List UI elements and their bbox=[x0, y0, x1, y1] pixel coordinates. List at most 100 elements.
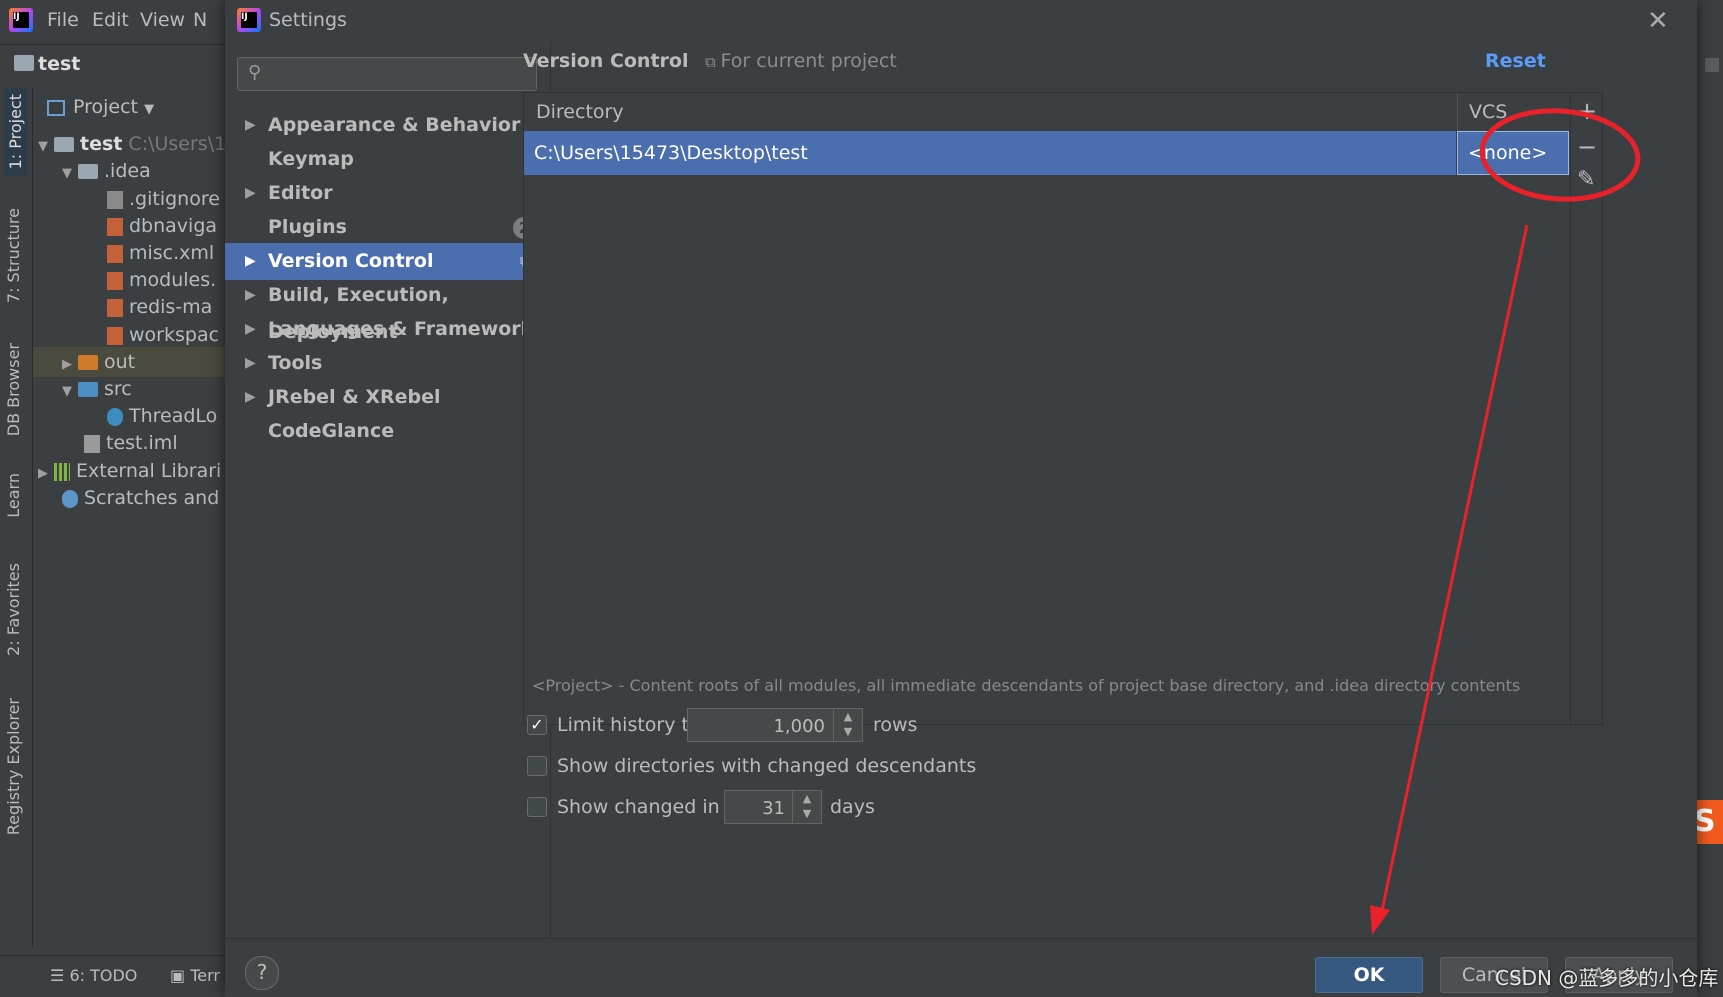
reset-link[interactable]: Reset bbox=[1485, 50, 1546, 72]
terminal-icon: ▣ bbox=[170, 966, 191, 985]
table-row[interactable]: C:\Users\15473\Desktop\test bbox=[524, 131, 1456, 175]
tree-row[interactable]: test.iml bbox=[84, 428, 178, 458]
tree-row[interactable]: ▶ out bbox=[33, 347, 243, 377]
spinner-arrows-icon[interactable]: ▲ ▼ bbox=[792, 791, 821, 823]
tab-db-browser[interactable]: DB Browser bbox=[4, 343, 23, 436]
terminal-tab[interactable]: ▣ Terr bbox=[170, 966, 220, 985]
iml-file-icon bbox=[84, 434, 100, 453]
expanded-arrow-icon: ▼ bbox=[62, 166, 72, 181]
nav-jrebel-xrebel[interactable]: ▶ JRebel & XRebel bbox=[225, 379, 550, 416]
nav-plugins[interactable]: Plugins2 bbox=[225, 209, 550, 246]
tab-structure[interactable]: 7: Structure bbox=[4, 208, 23, 303]
show-changed-checkbox[interactable] bbox=[527, 797, 547, 817]
show-dirs-label: Show directories with changed descendant… bbox=[557, 755, 977, 777]
xml-file-icon bbox=[107, 326, 123, 345]
spinner-arrows-icon[interactable]: ▲ ▼ bbox=[833, 709, 862, 741]
class-icon bbox=[107, 407, 123, 426]
nav-languages-frameworks[interactable]: ▶ Languages & Frameworks bbox=[225, 311, 550, 348]
tree-row[interactable]: misc.xml bbox=[107, 238, 214, 268]
tab-registry-explorer[interactable]: Registry Explorer bbox=[4, 698, 23, 835]
tab-project[interactable]: 1: Project bbox=[4, 88, 27, 176]
dialog-title: Settings bbox=[269, 9, 347, 31]
breadcrumb: test bbox=[0, 44, 240, 85]
tree-row[interactable]: modules. bbox=[107, 265, 216, 295]
gitignore-file-icon bbox=[107, 190, 123, 209]
project-view-selector[interactable]: Project ▼ bbox=[47, 96, 154, 118]
nav-codeglance[interactable]: CodeGlance bbox=[225, 413, 550, 450]
remove-icon[interactable]: − bbox=[1577, 133, 1597, 161]
nav-keymap[interactable]: Keymap bbox=[225, 141, 550, 178]
limit-history-input[interactable] bbox=[688, 709, 827, 744]
project-folder-icon bbox=[14, 55, 34, 71]
close-icon[interactable]: ✕ bbox=[1647, 6, 1669, 36]
nav-editor[interactable]: ▶ Editor bbox=[225, 175, 550, 212]
collapsed-arrow-icon: ▶ bbox=[245, 287, 256, 303]
nav-build-execution-deployment[interactable]: ▶ Build, Execution, Deployment bbox=[225, 277, 550, 343]
menu-edit[interactable]: Edit bbox=[92, 9, 129, 31]
library-icon bbox=[54, 462, 70, 481]
edit-pencil-icon[interactable]: ✎ bbox=[1577, 167, 1595, 192]
column-divider bbox=[1457, 93, 1458, 131]
intellij-logo-icon: IJ bbox=[237, 8, 261, 32]
show-changed-input[interactable] bbox=[725, 791, 787, 826]
project-view-label: Project bbox=[73, 96, 139, 118]
limit-history-checkbox[interactable]: ✓ bbox=[527, 715, 547, 735]
intellij-logo-icon: IJ bbox=[9, 8, 33, 32]
table-header: Directory VCS bbox=[524, 93, 1570, 132]
column-header-vcs[interactable]: VCS bbox=[1469, 101, 1507, 123]
tree-row[interactable]: redis-ma bbox=[107, 292, 212, 322]
search-field[interactable]: ⚲ bbox=[237, 57, 537, 91]
bottom-tool-bar: ☰ 6: TODO ▣ Terr bbox=[0, 955, 240, 997]
xml-file-icon bbox=[107, 298, 123, 317]
help-button[interactable]: ? bbox=[245, 956, 279, 990]
show-changed-spinner[interactable]: ▲▼ bbox=[724, 790, 822, 826]
xml-file-icon bbox=[107, 271, 123, 290]
breadcrumb-project[interactable]: test bbox=[38, 53, 80, 75]
tree-row[interactable]: ThreadLo bbox=[107, 401, 217, 431]
expanded-arrow-icon: ▼ bbox=[62, 384, 72, 399]
nav-tools[interactable]: ▶ Tools bbox=[225, 345, 550, 382]
menu-navigate[interactable]: N bbox=[193, 9, 207, 31]
page-title: Version Control bbox=[523, 50, 689, 72]
tree-row[interactable]: dbnaviga bbox=[107, 211, 217, 241]
tree-row[interactable]: ▼ src bbox=[62, 374, 132, 404]
collapsed-arrow-icon: ▶ bbox=[245, 355, 256, 371]
nav-version-control[interactable]: ▶Version Control⧉ bbox=[225, 243, 550, 280]
tree-row[interactable]: ▼ test C:\Users\1 bbox=[38, 129, 226, 159]
tab-learn[interactable]: Learn bbox=[4, 473, 23, 518]
cell-vcs-dropdown[interactable]: <none> bbox=[1457, 131, 1569, 175]
tree-row[interactable]: ▶ External Librari bbox=[38, 456, 221, 486]
list-icon: ☰ bbox=[50, 966, 70, 985]
right-strip-button[interactable] bbox=[1705, 58, 1719, 72]
table-toolbar: + − ✎ bbox=[1570, 93, 1605, 724]
search-icon: ⚲ bbox=[248, 62, 262, 83]
project-view-icon bbox=[47, 99, 65, 116]
tree-row[interactable]: .gitignore bbox=[107, 184, 220, 214]
cell-directory: C:\Users\15473\Desktop\test bbox=[534, 142, 808, 164]
menu-file[interactable]: File bbox=[47, 9, 79, 31]
nav-appearance-behavior[interactable]: ▶ Appearance & Behavior bbox=[225, 107, 550, 144]
right-tool-strip bbox=[1696, 0, 1723, 996]
limit-history-spinner[interactable]: ▲▼ bbox=[687, 708, 863, 744]
scratches-icon bbox=[62, 489, 78, 508]
add-icon[interactable]: + bbox=[1577, 97, 1597, 125]
tree-row[interactable]: Scratches and C bbox=[62, 483, 239, 513]
tab-favorites[interactable]: 2: Favorites bbox=[4, 563, 23, 656]
project-scope-icon: ⧉ bbox=[705, 53, 721, 71]
limit-history-row: ✓ Limit history to: ▲▼ rows bbox=[527, 708, 947, 744]
rows-suffix: rows bbox=[873, 714, 918, 736]
tree-row[interactable]: workspac bbox=[107, 320, 219, 350]
search-input[interactable] bbox=[278, 58, 532, 90]
left-tool-strip: 1: Project 7: Structure DB Browser Learn… bbox=[0, 88, 33, 948]
menu-view[interactable]: View bbox=[140, 9, 185, 31]
todo-tab[interactable]: ☰ 6: TODO bbox=[50, 966, 137, 985]
collapsed-arrow-icon: ▶ bbox=[38, 466, 48, 481]
folder-icon bbox=[78, 164, 98, 179]
xml-file-icon bbox=[107, 244, 123, 263]
show-dirs-checkbox[interactable] bbox=[527, 756, 547, 776]
column-header-directory[interactable]: Directory bbox=[536, 101, 624, 123]
project-panel: Project ▼ ▼ test C:\Users\1 ▼ .idea .gitig… bbox=[33, 88, 243, 948]
tree-row[interactable]: ▼ .idea bbox=[62, 156, 151, 186]
dialog-footer: ? OK Cancel Apply bbox=[225, 938, 1697, 997]
ok-button[interactable]: OK bbox=[1315, 957, 1423, 993]
